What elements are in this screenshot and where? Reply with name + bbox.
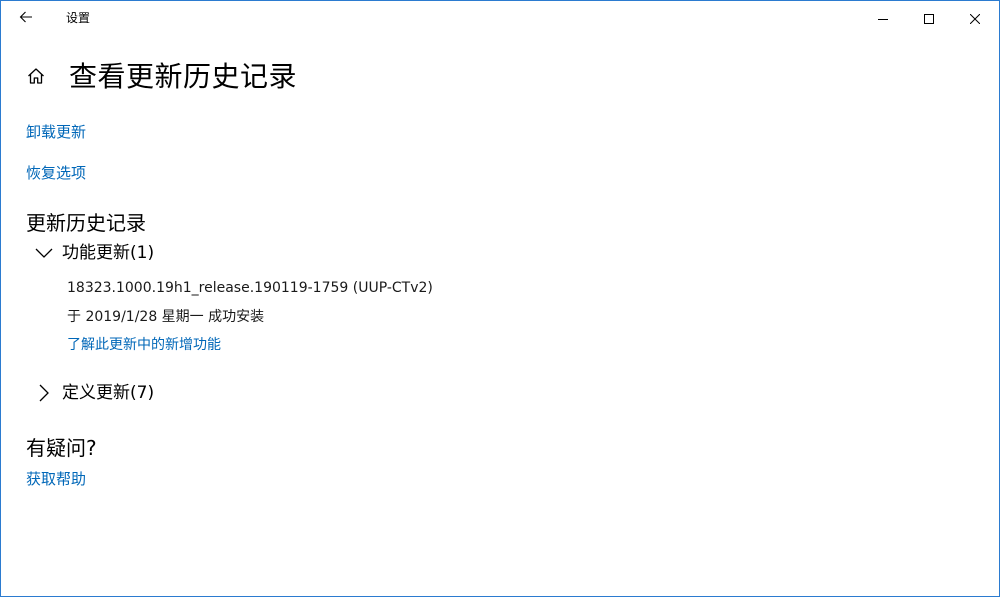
- close-button[interactable]: [952, 1, 998, 35]
- whats-new-link[interactable]: 了解此更新中的新增功能: [67, 336, 221, 354]
- maximize-icon: [924, 9, 934, 28]
- uninstall-updates-link[interactable]: 卸载更新: [26, 122, 86, 142]
- definition-updates-group[interactable]: 定义更新(7): [33, 380, 154, 406]
- page-header: 查看更新历史记录: [25, 57, 297, 97]
- home-icon: [27, 67, 45, 89]
- close-icon: [969, 9, 981, 28]
- update-history-heading: 更新历史记录: [26, 211, 146, 235]
- settings-window: 设置 查看更新历史记录 卸载更新 恢复选项 更新历史记录 功能更新(1) 183…: [0, 0, 1000, 597]
- back-arrow-icon: [19, 9, 33, 28]
- definition-updates-label: 定义更新(7): [62, 383, 155, 403]
- update-build-name: 18323.1000.19h1_release.190119-1759 (UUP…: [67, 280, 433, 296]
- update-install-status: 于 2019/1/28 星期一 成功安装: [67, 309, 265, 325]
- app-title: 设置: [66, 11, 91, 25]
- back-button[interactable]: [9, 3, 43, 33]
- questions-heading: 有疑问?: [26, 436, 97, 460]
- minimize-icon: [878, 9, 888, 28]
- feature-updates-group[interactable]: 功能更新(1): [33, 240, 154, 266]
- chevron-down-icon: [33, 242, 55, 264]
- recovery-options-link[interactable]: 恢复选项: [26, 163, 86, 183]
- get-help-link[interactable]: 获取帮助: [26, 469, 86, 489]
- feature-updates-label: 功能更新(1): [62, 243, 155, 263]
- title-bar: 设置: [1, 1, 999, 35]
- minimize-button[interactable]: [860, 1, 906, 35]
- maximize-button[interactable]: [906, 1, 952, 35]
- page-title: 查看更新历史记录: [69, 60, 298, 93]
- chevron-right-icon: [33, 382, 55, 404]
- home-button[interactable]: [25, 67, 47, 89]
